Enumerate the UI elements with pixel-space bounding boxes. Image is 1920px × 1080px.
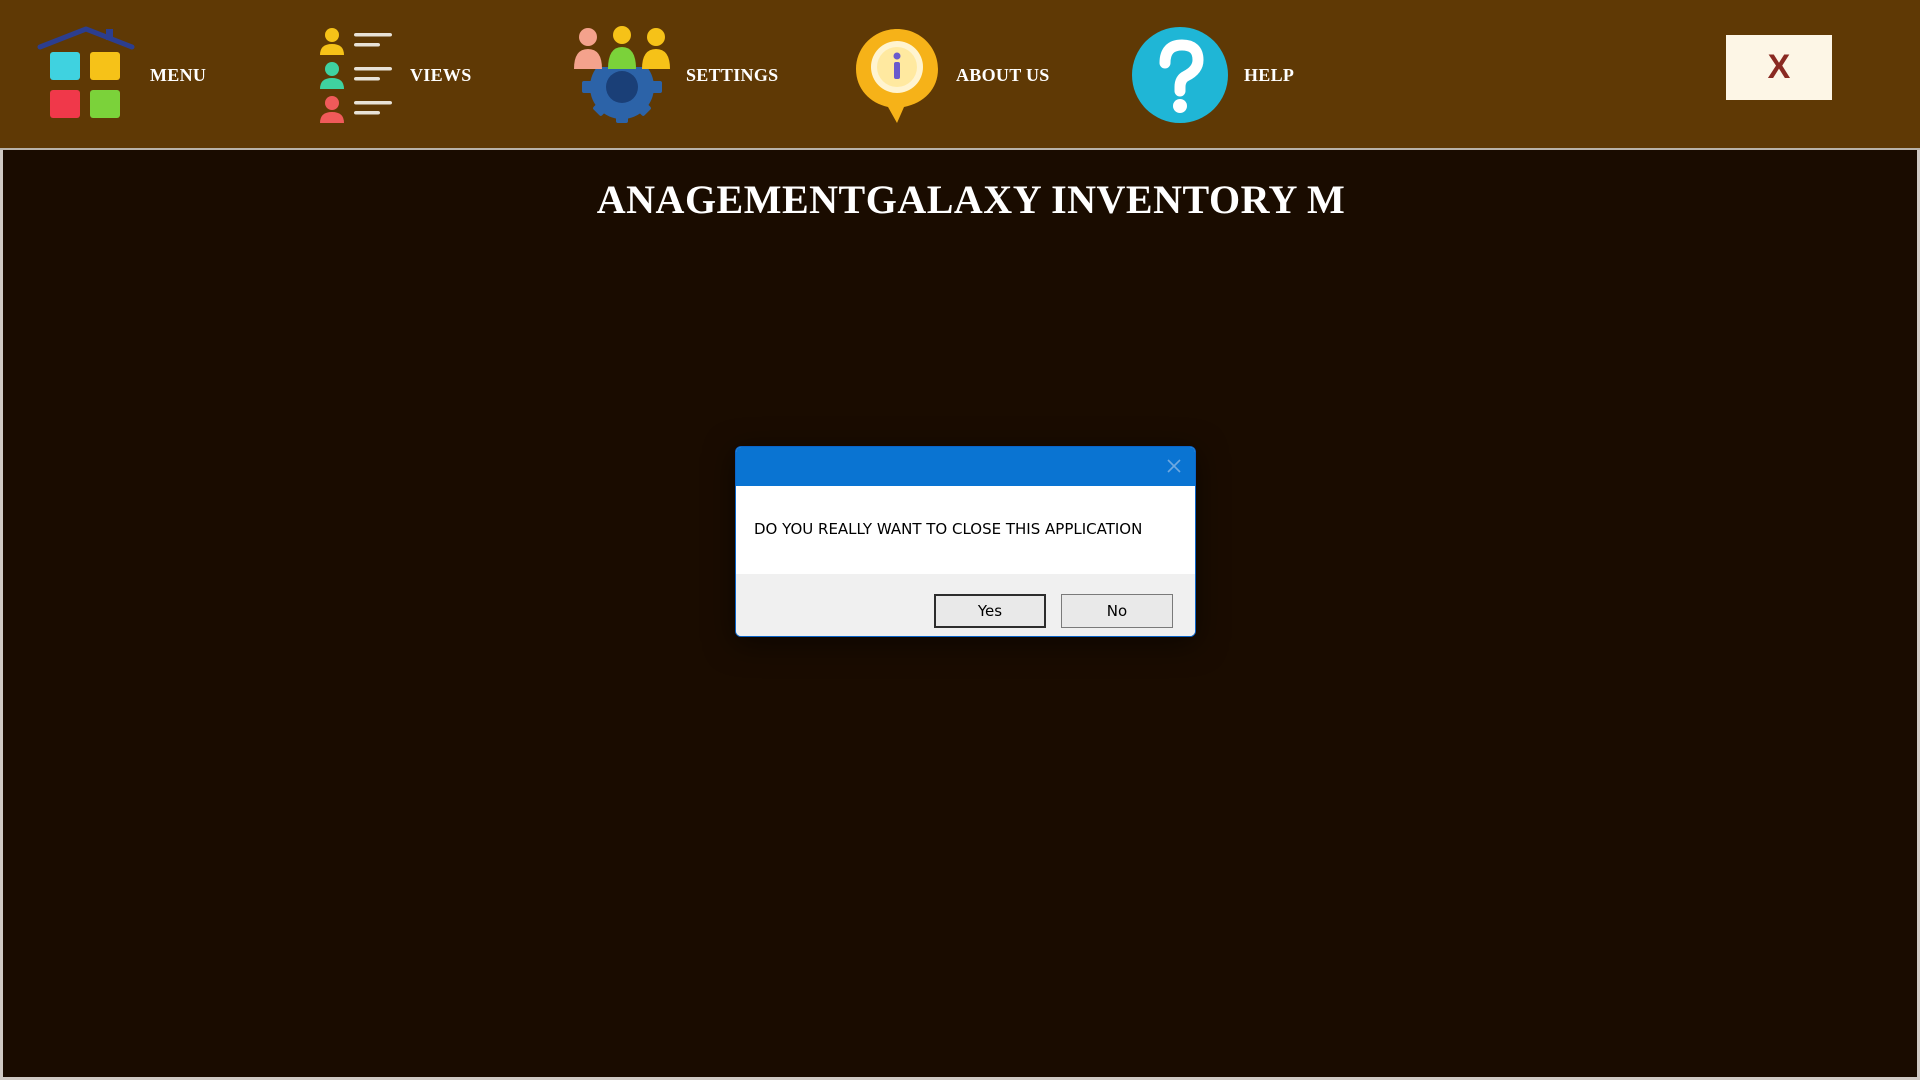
nav-label-settings: SETTINGS [686, 64, 779, 85]
nav-item-settings[interactable]: SETTINGS [572, 0, 778, 150]
top-navigation-bar: MENU VIEWS SETTINGS ABOUT US HELP X [0, 0, 1920, 150]
nav-item-menu[interactable]: MENU [36, 0, 206, 150]
dialog-body: DO YOU REALLY WANT TO CLOSE THIS APPLICA… [736, 486, 1195, 574]
nav-label-menu: MENU [150, 64, 207, 85]
nav-label-views: VIEWS [410, 64, 472, 85]
user-list-icon [320, 28, 392, 123]
dialog-footer: Yes No [736, 574, 1195, 636]
nav-label-about-us: ABOUT US [956, 64, 1050, 85]
dialog-close-icon[interactable] [1165, 457, 1183, 475]
dialog-titlebar [736, 447, 1195, 486]
nav-label-help: HELP [1244, 64, 1295, 85]
no-button[interactable]: No [1061, 594, 1173, 628]
yes-button[interactable]: Yes [934, 594, 1046, 628]
question-icon [1132, 27, 1228, 123]
team-gear-icon [572, 25, 672, 123]
confirm-close-dialog: DO YOU REALLY WANT TO CLOSE THIS APPLICA… [735, 446, 1196, 637]
dialog-message: DO YOU REALLY WANT TO CLOSE THIS APPLICA… [754, 520, 1143, 538]
nav-item-views[interactable]: VIEWS [316, 0, 472, 150]
info-icon [856, 29, 938, 123]
nav-item-about-us[interactable]: ABOUT US [852, 0, 1050, 150]
nav-item-help[interactable]: HELP [1130, 0, 1294, 150]
page-title: ANAGEMENTGALAXY INVENTORY M [596, 177, 1346, 222]
close-app-button[interactable]: X [1726, 35, 1832, 100]
home-grid-icon [37, 26, 135, 118]
